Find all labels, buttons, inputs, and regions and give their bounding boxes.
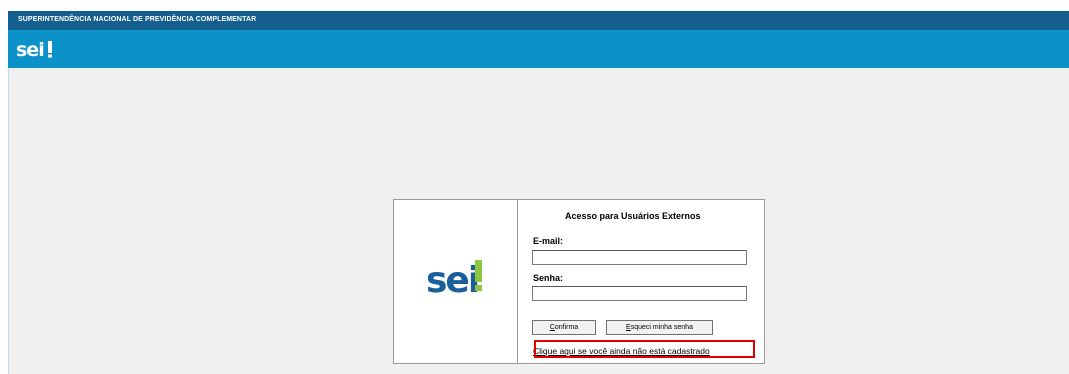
login-title: Acesso para Usuários Externos: [565, 211, 701, 221]
sei-logo[interactable]: sei: [16, 39, 56, 61]
email-field[interactable]: [532, 250, 747, 265]
svg-text:sei: sei: [16, 39, 44, 61]
confirm-label: onfirma: [554, 324, 579, 331]
forgot-label: squeci minha senha: [630, 324, 693, 331]
confirm-button[interactable]: Confirma: [532, 320, 596, 335]
svg-text:sei: sei: [426, 260, 478, 298]
email-label: E-mail:: [533, 236, 564, 246]
top-bar: SUPERINTENDÊNCIA NACIONAL DE PREVIDÊNCIA…: [8, 11, 1069, 30]
organization-title: SUPERINTENDÊNCIA NACIONAL DE PREVIDÊNCIA…: [18, 16, 257, 23]
password-label: Senha:: [533, 273, 564, 283]
header-banner: sei: [8, 30, 1069, 68]
sei-logo-large: sei: [426, 260, 482, 298]
forgot-password-button[interactable]: Esqueci minha senha: [606, 320, 713, 335]
logo-panel: sei: [394, 200, 518, 363]
highlight-box: [534, 340, 755, 358]
password-field[interactable]: [532, 286, 747, 301]
